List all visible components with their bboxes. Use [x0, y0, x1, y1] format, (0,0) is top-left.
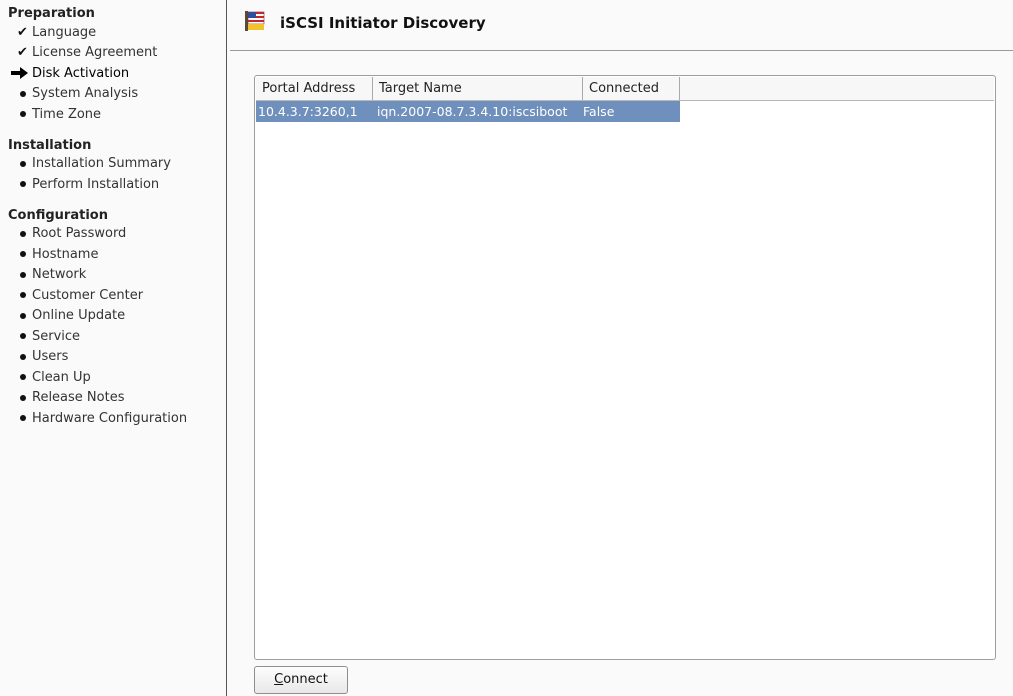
- discovered-targets-table[interactable]: Portal Address Target Name Connected 10.…: [254, 75, 996, 660]
- sidebar-item-label: Hostname: [32, 246, 99, 262]
- bullet-icon: [20, 374, 26, 381]
- table-header: Portal Address Target Name Connected: [256, 77, 994, 101]
- checkmark-icon: ✔: [17, 45, 28, 61]
- bullet-icon: [20, 415, 26, 422]
- bullet-icon: [20, 292, 26, 299]
- sidebar-heading: Configuration: [8, 207, 108, 223]
- table-row[interactable]: 10.4.3.7:3260,1 iqn.2007-08.7.3.4.10:isc…: [256, 101, 680, 122]
- sidebar-item-disk-activation: Disk Activation: [0, 63, 226, 84]
- bullet-icon: [20, 333, 26, 340]
- bullet-icon: [20, 160, 26, 167]
- bullet-icon: [20, 353, 26, 360]
- sidebar-item-users: Users: [0, 347, 226, 368]
- sidebar-item-label: Disk Activation: [32, 65, 130, 81]
- sidebar-item-label: Online Update: [32, 308, 126, 324]
- sidebar-section-preparation: Preparation ✔ Language ✔ License Agreeme…: [0, 5, 226, 125]
- bullet-icon: [20, 230, 26, 237]
- sidebar-item-label: Perform Installation: [32, 176, 160, 192]
- sidebar-item-label: System Analysis: [32, 86, 139, 102]
- sidebar-item-perform-installation: Perform Installation: [0, 174, 226, 195]
- column-header-target-name[interactable]: Target Name: [373, 77, 583, 100]
- sidebar-item-label: Time Zone: [32, 106, 102, 122]
- sidebar-item-label: Customer Center: [32, 287, 144, 303]
- sidebar-item-label: Network: [32, 267, 87, 283]
- header-separator: [230, 50, 1013, 51]
- bullet-icon: [20, 394, 26, 401]
- sidebar-section-configuration: Configuration Root Password Hostname Net…: [0, 207, 226, 429]
- sidebar-item-label: Language: [32, 24, 97, 40]
- bullet-icon: [20, 181, 26, 188]
- sidebar-item-label: Clean Up: [32, 369, 91, 385]
- bullet-icon: [20, 312, 26, 319]
- sidebar-item-hardware-configuration: Hardware Configuration: [0, 408, 226, 429]
- connect-label: onnect: [283, 672, 328, 687]
- sidebar-item-label: Users: [32, 349, 69, 365]
- bullet-icon: [20, 271, 26, 278]
- main-panel: iSCSI Initiator Discovery Portal Address…: [227, 0, 1013, 696]
- page-title: iSCSI Initiator Discovery: [280, 14, 486, 32]
- page-header: iSCSI Initiator Discovery: [244, 10, 486, 36]
- flag-icon: [244, 10, 266, 36]
- sidebar-item-label: License Agreement: [32, 45, 158, 61]
- sidebar-item-service: Service: [0, 326, 226, 347]
- sidebar-heading: Installation: [8, 137, 92, 153]
- checkmark-icon: ✔: [17, 24, 28, 40]
- sidebar-section-installation: Installation Installation Summary Perfor…: [0, 137, 226, 195]
- connect-button[interactable]: Connect: [254, 666, 348, 694]
- sidebar-heading: Preparation: [8, 6, 95, 21]
- sidebar-item-system-analysis: System Analysis: [0, 84, 226, 105]
- cell-connected: False: [583, 104, 615, 119]
- sidebar-item-network: Network: [0, 265, 226, 286]
- column-header-connected[interactable]: Connected: [583, 77, 680, 100]
- column-header-portal-address[interactable]: Portal Address: [256, 77, 373, 100]
- sidebar-item-root-password: Root Password: [0, 224, 226, 245]
- sidebar-item-installation-summary: Installation Summary: [0, 154, 226, 175]
- cell-target-name: iqn.2007-08.7.3.4.10:iscsiboot: [377, 104, 568, 119]
- sidebar-item-label: Hardware Configuration: [32, 410, 188, 426]
- sidebar-item-label: Release Notes: [32, 390, 125, 406]
- sidebar-item-hostname: Hostname: [0, 244, 226, 265]
- bullet-icon: [20, 90, 26, 97]
- connect-mnemonic: C: [274, 672, 284, 687]
- sidebar-item-label: Installation Summary: [32, 156, 171, 172]
- sidebar-item-license-agreement: ✔ License Agreement: [0, 43, 226, 64]
- sidebar-item-online-update: Online Update: [0, 306, 226, 327]
- arrow-right-icon: [11, 67, 28, 80]
- bullet-icon: [20, 111, 26, 118]
- sidebar-item-customer-center: Customer Center: [0, 285, 226, 306]
- sidebar-item-label: Service: [32, 328, 81, 344]
- sidebar-item-release-notes: Release Notes: [0, 388, 226, 409]
- bullet-icon: [20, 251, 26, 258]
- sidebar-item-time-zone: Time Zone: [0, 104, 226, 125]
- cell-portal-address: 10.4.3.7:3260,1: [258, 104, 358, 119]
- sidebar-item-clean-up: Clean Up: [0, 367, 226, 388]
- installation-steps-sidebar: Preparation ✔ Language ✔ License Agreeme…: [0, 0, 226, 696]
- sidebar-item-language: ✔ Language: [0, 22, 226, 43]
- sidebar-item-label: Root Password: [32, 226, 127, 242]
